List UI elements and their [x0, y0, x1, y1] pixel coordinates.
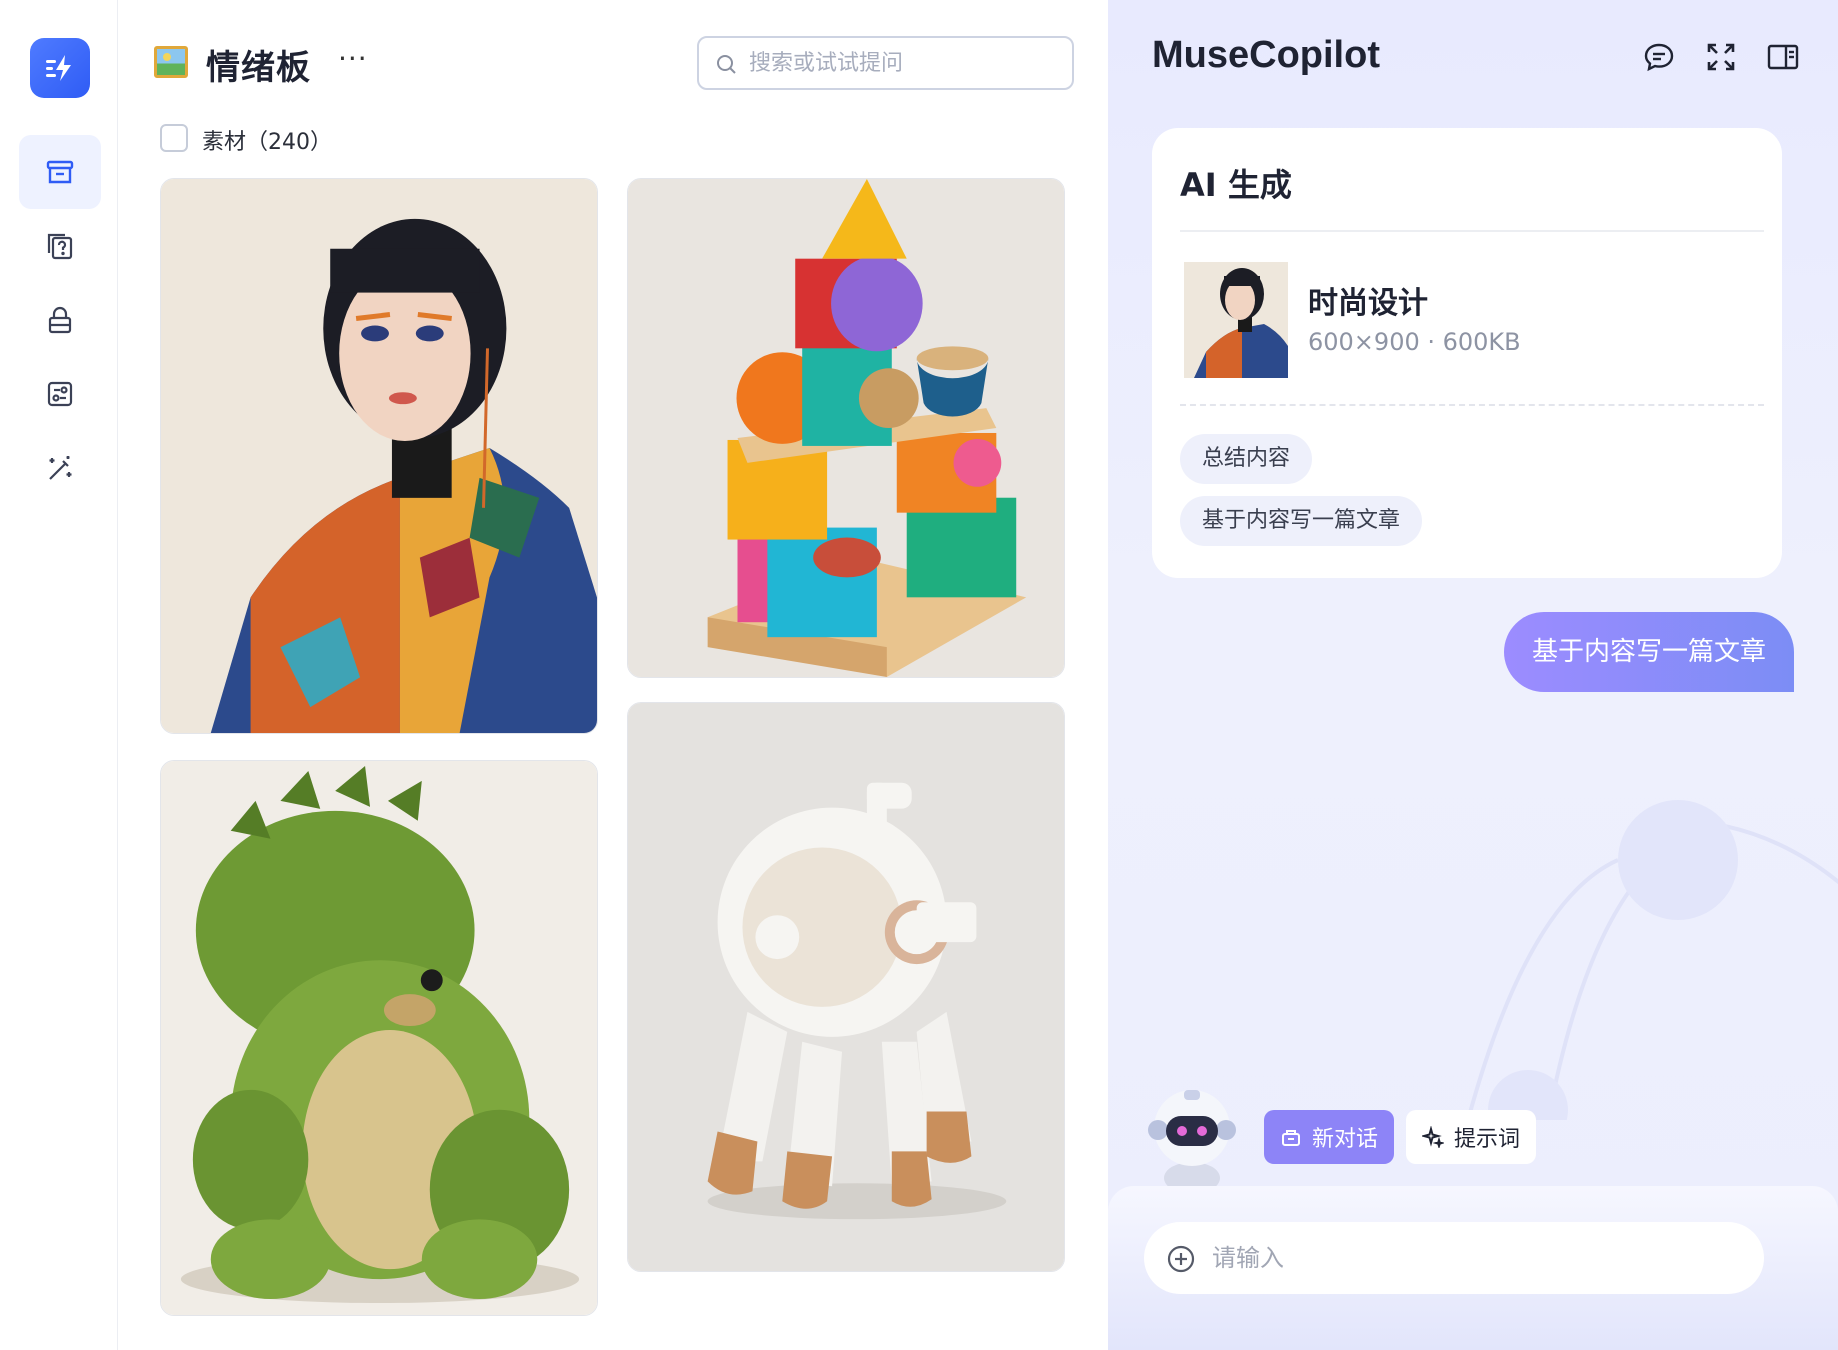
fullscreen-icon	[1707, 43, 1735, 71]
picture-frame-icon	[154, 46, 188, 78]
material-card-block-tower[interactable]	[627, 178, 1065, 678]
background-orb-decoration	[1468, 800, 1838, 1120]
add-attachment-icon[interactable]	[1166, 1244, 1196, 1274]
sparkle-icon	[1422, 1126, 1444, 1148]
sliders-panel-icon	[47, 381, 73, 407]
sidebar-item-magic[interactable]	[19, 431, 101, 505]
archive-box-icon	[46, 160, 74, 184]
new-chat-button[interactable]: 新对话	[1264, 1110, 1395, 1164]
plush-dinosaur-image	[161, 761, 597, 1315]
chat-history-button[interactable]	[1642, 40, 1676, 74]
message-input-box[interactable]	[1144, 1222, 1764, 1294]
material-card-fashion-portrait[interactable]	[160, 178, 598, 734]
new-chat-icon	[1282, 1130, 1300, 1146]
search-box[interactable]	[697, 36, 1074, 90]
toggle-sidebar-button[interactable]	[1766, 40, 1800, 74]
input-dock	[1108, 1186, 1838, 1350]
robot-mascot-icon	[1148, 1090, 1236, 1194]
material-card-plush-dinosaur[interactable]	[160, 760, 598, 1316]
block-tower-image	[628, 179, 1064, 677]
write-article-chip[interactable]: 基于内容写一篇文章	[1180, 496, 1423, 546]
sidebar-item-help[interactable]	[19, 209, 101, 283]
sidebar-item-archive[interactable]	[19, 135, 101, 209]
ai-generation-card: AI 生成 时尚设计 600×900 · 600KB 总结内容 基于内容写一篇文…	[1152, 128, 1782, 578]
lock-icon	[48, 306, 72, 334]
white-robot-image	[628, 703, 1064, 1271]
sidebar-item-settings[interactable]	[19, 357, 101, 431]
file-name: 时尚设计	[1308, 286, 1428, 321]
search-input[interactable]	[749, 46, 1059, 80]
fashion-thumbnail-image	[1184, 262, 1288, 378]
new-chat-label: 新对话	[1312, 1126, 1379, 1151]
app-logo[interactable]	[30, 38, 90, 98]
page-title: 情绪板	[206, 48, 311, 88]
sidebar-item-lock[interactable]	[19, 283, 101, 357]
ai-card-title: AI 生成	[1180, 166, 1292, 204]
prompt-words-button[interactable]: 提示词	[1406, 1110, 1537, 1164]
copilot-title: MuseCopilot	[1152, 34, 1380, 76]
summarize-chip[interactable]: 总结内容	[1180, 434, 1313, 484]
materials-count-label: 素材（240）	[202, 130, 332, 155]
robot-avatar	[1144, 1082, 1244, 1194]
user-message-bubble: 基于内容写一篇文章	[1504, 612, 1794, 692]
dashed-divider	[1180, 404, 1764, 406]
chat-bubble-icon	[1644, 43, 1674, 72]
search-icon	[717, 55, 736, 74]
more-options-button[interactable]: ···	[338, 42, 368, 75]
fashion-portrait-image	[161, 179, 597, 733]
bolt-menu-icon	[46, 55, 71, 81]
copilot-panel: MuseCopilot AI 生成 时尚设计 600×900 · 600KB 总…	[1108, 0, 1838, 1350]
sidebar	[0, 0, 118, 1350]
message-input[interactable]	[1212, 1240, 1732, 1276]
magic-wand-icon	[49, 456, 72, 480]
divider	[1180, 230, 1764, 232]
select-all-checkbox[interactable]	[160, 124, 188, 152]
sidebar-panel-icon	[1767, 44, 1799, 70]
fullscreen-button[interactable]	[1704, 40, 1738, 74]
file-thumbnail[interactable]	[1184, 262, 1288, 378]
material-card-white-robot[interactable]	[627, 702, 1065, 1272]
prompt-words-label: 提示词	[1454, 1126, 1521, 1151]
file-meta: 600×900 · 600KB	[1308, 328, 1521, 356]
help-cards-icon	[47, 233, 73, 260]
